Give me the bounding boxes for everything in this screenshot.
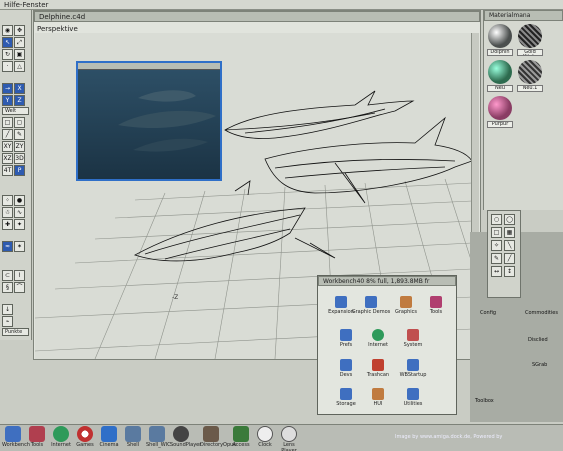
internet-drawer[interactable]: Internet [358,329,398,348]
line-tool-icon[interactable]: ╲ [504,240,515,251]
deform-icon[interactable]: ⌇ [14,270,25,281]
select-icon[interactable]: ↖ [2,37,13,48]
material-label[interactable]: Gold Kitch. [517,49,543,56]
view-zy-button[interactable]: ZY [14,141,25,152]
viewport-title: Delphine.c4d [34,11,480,22]
world-button[interactable]: Welt [2,107,29,115]
eye-icon[interactable]: ◉ [2,25,13,36]
spline-icon[interactable]: ∿ [14,207,25,218]
view-xz-button[interactable]: XZ [2,153,13,164]
top-bar-title: Hilfe-Fenster [4,1,49,9]
tools-drawer[interactable]: Tools [416,296,456,315]
view-4t-button[interactable]: 4T [2,165,13,176]
dock-access[interactable]: Access [230,426,252,448]
cross-icon[interactable]: ✚ [2,219,13,230]
material-sphere-purpur[interactable] [488,96,512,120]
drawer-label[interactable]: Commodities [525,310,558,316]
material-label[interactable]: Purpur [487,121,513,128]
box-icon[interactable]: □ [2,117,13,128]
tool-sidebar: ◉ ✥ ↖ ⤢ ↻ ▣ · △ → X Y Z Welt □ ▢ ╱ ✎ XY … [0,10,32,340]
dolphin-photo [78,70,220,179]
material-sphere-neu[interactable] [488,60,512,84]
material-manager-title: Materialmana [484,10,563,21]
axis-z-icon[interactable]: Z [14,95,25,106]
dock-shell-wic[interactable]: Shell_WIC [146,426,171,448]
graph-icon[interactable]: ⌁ [2,316,13,327]
drawer-label[interactable]: Toolbox [475,398,494,404]
material-manager: Materialmana Dolphin Gold Kitch. Neu Neu… [483,10,563,210]
dock-tools[interactable]: Tools [26,426,48,448]
square-tool-icon[interactable]: □ [491,227,502,238]
vertical-arrows-icon[interactable]: ↕ [504,266,515,277]
camera-icon[interactable]: ▣ [14,49,25,60]
character-icon[interactable]: ✦ [14,219,25,230]
knife-icon[interactable]: ╱ [2,129,13,140]
material-label[interactable]: Neu.1 [517,85,543,92]
points-grid-icon[interactable]: ⁘ [2,195,13,206]
rotate-icon[interactable]: ↻ [2,49,13,60]
material-label[interactable]: Dolphin [487,49,513,56]
hui-drawer[interactable]: HUI [358,388,398,407]
ellipse-tool-icon[interactable]: ◯ [504,214,515,225]
pen-tool-icon[interactable]: ✎ [491,253,502,264]
preview-titlebar[interactable] [78,63,220,70]
edges-icon[interactable]: △ [14,61,25,72]
pattern-tool-icon[interactable]: ▦ [504,227,515,238]
trashcan-icon[interactable]: Trashcan [358,359,398,378]
dock-soundplayer[interactable]: SoundPlayer [170,426,201,448]
view-label: Perspektive [37,25,78,33]
light-icon[interactable]: ✶ [14,241,25,252]
scale-icon[interactable]: ⤢ [14,37,25,48]
move-icon[interactable]: ✥ [14,25,25,36]
dock-bar: Workbench Tools Internet Games Cinema Sh… [0,424,563,451]
down-arrow-icon[interactable]: ↓ [2,304,13,315]
material-label[interactable]: Neu [487,85,513,92]
twist-icon[interactable]: § [2,282,13,293]
material-sphere-gold[interactable] [518,24,542,48]
landscape-icon[interactable]: ≈ [2,241,13,252]
workbench-title: Workbench40 8% full, 1,893.8MB fr [318,276,456,286]
drawer-label[interactable]: Config [480,310,496,316]
dock-internet[interactable]: Internet [50,426,72,448]
dock-lens-player[interactable]: Lens Player [278,426,300,451]
dock-workbench[interactable]: Workbench [2,426,30,448]
dock-games[interactable]: Games [74,426,96,448]
axis-y-icon[interactable]: Y [2,95,13,106]
figure-icon[interactable]: ☃ [2,207,13,218]
magnet-icon[interactable]: ⊂ [2,270,13,281]
sphere-icon[interactable]: ● [14,195,25,206]
material-sphere-dolphin[interactable] [488,24,512,48]
drawer-label[interactable]: SGrab [532,362,547,368]
wand-tool-icon[interactable]: ✧ [491,240,502,251]
material-sphere-neu1[interactable] [518,60,542,84]
horizontal-arrows-icon[interactable]: ↔ [491,266,502,277]
circle-tool-icon[interactable]: ○ [491,214,502,225]
view-xy-button[interactable]: XY [2,141,13,152]
tool-palette: ○ ◯ □ ▦ ✧ ╲ ✎ ╱ ↔ ↕ [487,210,521,298]
points-mode-button[interactable]: Punkte [2,328,29,336]
dock-directoryopus[interactable]: DirectoryOpus [200,426,236,448]
view-3d-button[interactable]: 3D [14,153,25,164]
dock-shell[interactable]: Shell [122,426,144,448]
top-bar: Hilfe-Fenster [0,0,563,10]
system-drawer[interactable]: System [393,329,433,348]
diagonal-tool-icon[interactable]: ╱ [504,253,515,264]
cube-icon[interactable]: ▢ [14,117,25,128]
dock-status-text: Image by www.amiga.dock.de, Powered by [395,434,503,440]
wbstartup-drawer[interactable]: WBStartup [393,359,433,378]
graphic-demos-drawer[interactable]: Graphic Demos [351,296,391,315]
points-icon[interactable]: · [2,61,13,72]
axis-x-icon[interactable]: X [14,83,25,94]
utilities-drawer[interactable]: Utilities [393,388,433,407]
bend-icon[interactable]: ⌒ [14,282,25,293]
brush-icon[interactable]: ✎ [14,129,25,140]
dock-clock[interactable]: Clock [254,426,276,448]
drawer-label[interactable]: Disclied [528,337,548,343]
dock-cinema[interactable]: Cinema [98,426,120,448]
render-preview-window[interactable] [76,61,222,181]
axis-z-label: -Z [172,294,178,301]
arrow-right-icon[interactable]: → [2,83,13,94]
workbench-window: Workbench40 8% full, 1,893.8MB fr Expans… [317,275,457,415]
view-p-button[interactable]: P [14,165,25,176]
